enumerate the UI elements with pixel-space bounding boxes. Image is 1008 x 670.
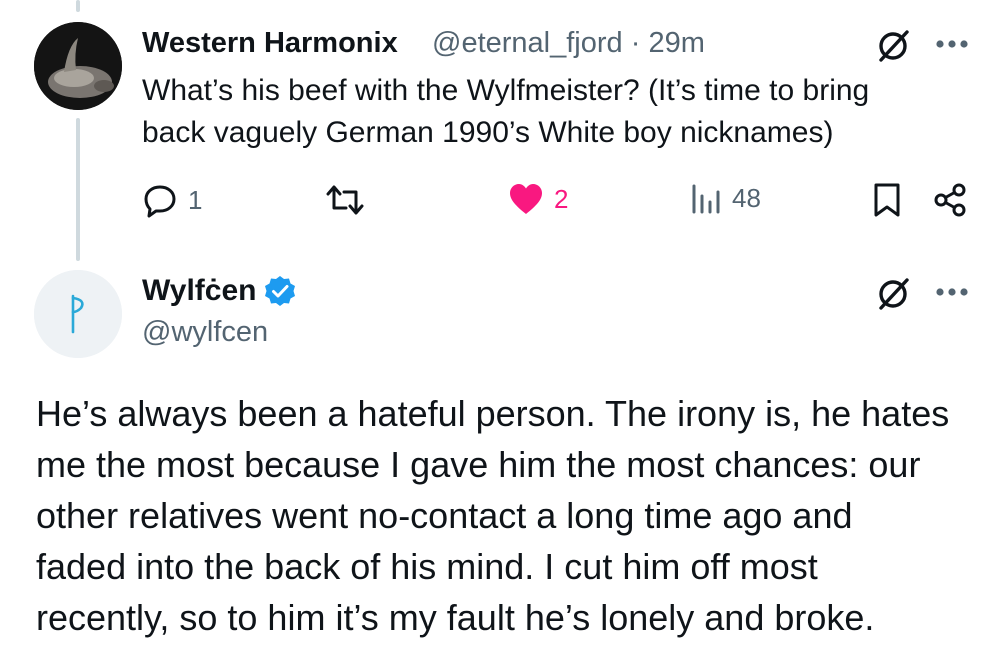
display-name[interactable]: Western Harmonix [142, 27, 398, 60]
display-name-text: Wylfċen [142, 274, 257, 307]
views-icon [692, 184, 720, 214]
repost-icon [326, 185, 364, 215]
avatar-image [34, 270, 122, 358]
more-icon[interactable] [934, 284, 970, 305]
handle[interactable]: @wylfcen [142, 316, 268, 349]
bookmark-button[interactable] [872, 182, 902, 218]
display-name[interactable]: Wylfċen [142, 274, 296, 308]
action-bar: 1 2 48 [0, 182, 1008, 222]
separator: · [630, 27, 641, 59]
repost-button[interactable] [326, 182, 374, 218]
like-button[interactable]: 2 [508, 182, 568, 216]
bookmark-icon [874, 183, 900, 217]
tweet-text: What’s his beef with the Wylfmeister? (I… [142, 74, 870, 149]
avatar[interactable] [34, 22, 122, 110]
reply-button[interactable]: 1 [142, 182, 202, 218]
grok-icon[interactable] [875, 28, 911, 69]
avatar-image [34, 22, 122, 110]
grok-icon[interactable] [875, 276, 911, 317]
avatar[interactable] [34, 270, 122, 358]
share-button[interactable] [932, 182, 968, 218]
handle[interactable]: @eternal_fjord [432, 27, 623, 59]
share-icon [934, 183, 966, 217]
heart-icon [510, 184, 542, 214]
verified-badge-icon[interactable] [264, 275, 296, 307]
thread-line-top [76, 0, 80, 12]
tweet-text: He’s always been a hateful person. The i… [36, 393, 950, 638]
reply-count: 1 [188, 184, 203, 215]
like-count: 2 [554, 183, 569, 214]
views-button[interactable]: 48 [690, 182, 761, 214]
tweet-meta: @eternal_fjord · 29m [432, 27, 705, 60]
view-count: 48 [732, 182, 761, 213]
more-icon[interactable] [934, 36, 970, 57]
reply-icon [144, 185, 176, 218]
timestamp[interactable]: 29m [648, 27, 704, 59]
